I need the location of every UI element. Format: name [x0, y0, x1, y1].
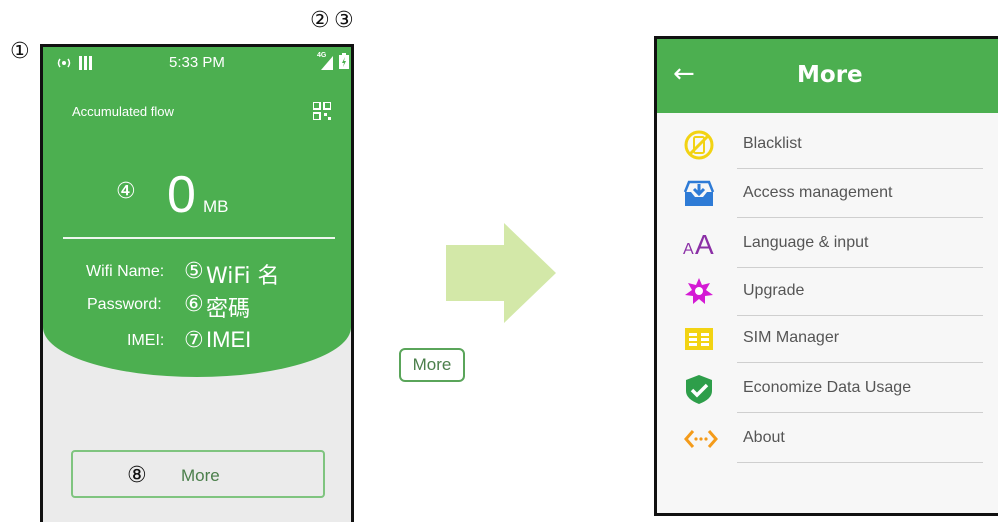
language-icon: A A	[683, 226, 715, 260]
page-title: More	[797, 62, 863, 88]
top-app-bar: ← More	[657, 39, 998, 113]
callout-1: ①	[10, 39, 30, 64]
signal-icon: 4G	[317, 52, 335, 75]
callout-7: ⑦	[184, 328, 204, 353]
callout-5: ⑤	[184, 259, 204, 284]
right-phone-screen: ← More Blacklist Access management A A L…	[654, 36, 998, 516]
menu-label-sim-manager: SIM Manager	[743, 329, 840, 346]
callout-4: ④	[116, 179, 136, 204]
password-label: Password:	[87, 296, 162, 313]
divider	[737, 217, 983, 218]
divider	[737, 462, 983, 463]
password-value: 密碼	[206, 297, 251, 322]
svg-text:A: A	[695, 229, 714, 258]
imei-label: IMEI:	[127, 332, 165, 349]
left-phone-screen: 5:33 PM 4G Accumulated flow ④ 0 MB Wifi …	[40, 44, 354, 522]
menu-item-about[interactable]: About	[657, 415, 998, 463]
flow-value: 0	[167, 166, 196, 224]
imei-value: IMEI	[206, 327, 252, 352]
sim-icon	[79, 56, 93, 75]
menu-item-upgrade[interactable]: Upgrade	[657, 268, 998, 316]
menu-label-blacklist: Blacklist	[743, 135, 802, 152]
about-icon	[683, 423, 718, 455]
callout-8: ⑧	[127, 463, 147, 488]
back-arrow-icon[interactable]: ←	[673, 59, 695, 89]
callout-3: ③	[334, 8, 354, 33]
sim-manager-icon	[683, 323, 715, 355]
menu-label-about: About	[743, 429, 785, 446]
menu-label-upgrade: Upgrade	[743, 282, 805, 299]
upgrade-icon	[683, 276, 715, 308]
economize-data-icon	[683, 373, 715, 405]
divider	[63, 237, 335, 239]
svg-text:A: A	[683, 241, 694, 258]
more-button-label: More	[181, 466, 220, 485]
qr-code-icon[interactable]	[312, 101, 332, 125]
wifi-name-value: WiFi 名	[206, 264, 280, 289]
callout-2: ②	[310, 8, 330, 33]
wifi-name-label: Wifi Name:	[86, 263, 165, 280]
menu-item-language-input[interactable]: A A Language & input	[657, 220, 998, 268]
menu-label-economize-data-usage: Economize Data Usage	[743, 379, 912, 396]
menu-item-blacklist[interactable]: Blacklist	[657, 121, 998, 169]
divider	[737, 412, 983, 413]
divider	[737, 168, 983, 169]
network-type: 4G	[317, 52, 327, 59]
menu-item-economize-data-usage[interactable]: Economize Data Usage	[657, 365, 998, 413]
menu-label-language-input: Language & input	[743, 234, 869, 251]
hotspot-icon	[55, 56, 73, 75]
more-button[interactable]: ⑧ More	[71, 450, 325, 498]
access-management-icon	[683, 178, 715, 210]
menu-label-access-management: Access management	[743, 184, 893, 201]
menu-item-access-management[interactable]: Access management	[657, 170, 998, 218]
more-chip[interactable]: More	[399, 348, 465, 382]
battery-icon	[339, 53, 349, 74]
blacklist-icon	[683, 129, 715, 161]
status-time: 5:33 PM	[169, 54, 225, 71]
menu-item-sim-manager[interactable]: SIM Manager	[657, 315, 998, 363]
callout-6: ⑥	[184, 292, 204, 317]
divider	[737, 362, 983, 363]
transition-arrow-icon	[446, 223, 556, 328]
flow-unit: MB	[203, 197, 229, 216]
accumulated-flow-label: Accumulated flow	[72, 104, 174, 119]
